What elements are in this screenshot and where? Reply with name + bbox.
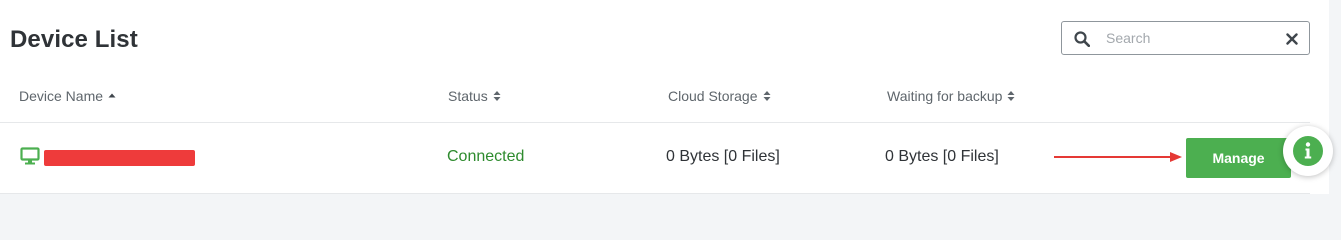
caret-up-icon (108, 93, 116, 98)
info-badge (1293, 136, 1323, 166)
table-row: Connected 0 Bytes [0 Files] 0 Bytes [0 F… (0, 123, 1310, 194)
column-header-label: Cloud Storage (668, 88, 758, 104)
arrow-right-icon (1054, 152, 1182, 162)
search-input[interactable] (1106, 28, 1276, 48)
monitor-icon (20, 147, 40, 165)
search-icon (1074, 31, 1090, 47)
page-title: Device List (10, 26, 138, 53)
column-header-label: Status (448, 88, 488, 104)
sort-icon (1007, 91, 1015, 101)
column-header-label: Waiting for backup (887, 88, 1003, 104)
column-header-waiting-for-backup[interactable]: Waiting for backup (887, 88, 1015, 104)
info-icon (1304, 142, 1312, 159)
cloud-storage-value: 0 Bytes [0 Files] (666, 148, 780, 165)
sort-icon (493, 91, 501, 101)
column-header-status[interactable]: Status (448, 88, 501, 104)
manage-button[interactable]: Manage (1186, 138, 1291, 178)
column-header-cloud-storage[interactable]: Cloud Storage (668, 88, 771, 104)
status-text: Connected (447, 148, 525, 165)
info-button[interactable] (1283, 126, 1333, 176)
column-header-device-name[interactable]: Device Name (19, 88, 116, 104)
sort-icon (763, 91, 771, 101)
column-header-label: Device Name (19, 88, 104, 104)
waiting-for-backup-value: 0 Bytes [0 Files] (885, 148, 999, 165)
device-list-card: Device List Device Name Status Cloud S (0, 0, 1329, 194)
close-icon[interactable] (1286, 33, 1298, 45)
search-box[interactable] (1061, 21, 1310, 55)
page-edge (1329, 0, 1341, 202)
table-header-row: Device Name Status Cloud Storage Waiting… (0, 78, 1310, 123)
device-name-redacted (44, 150, 195, 166)
